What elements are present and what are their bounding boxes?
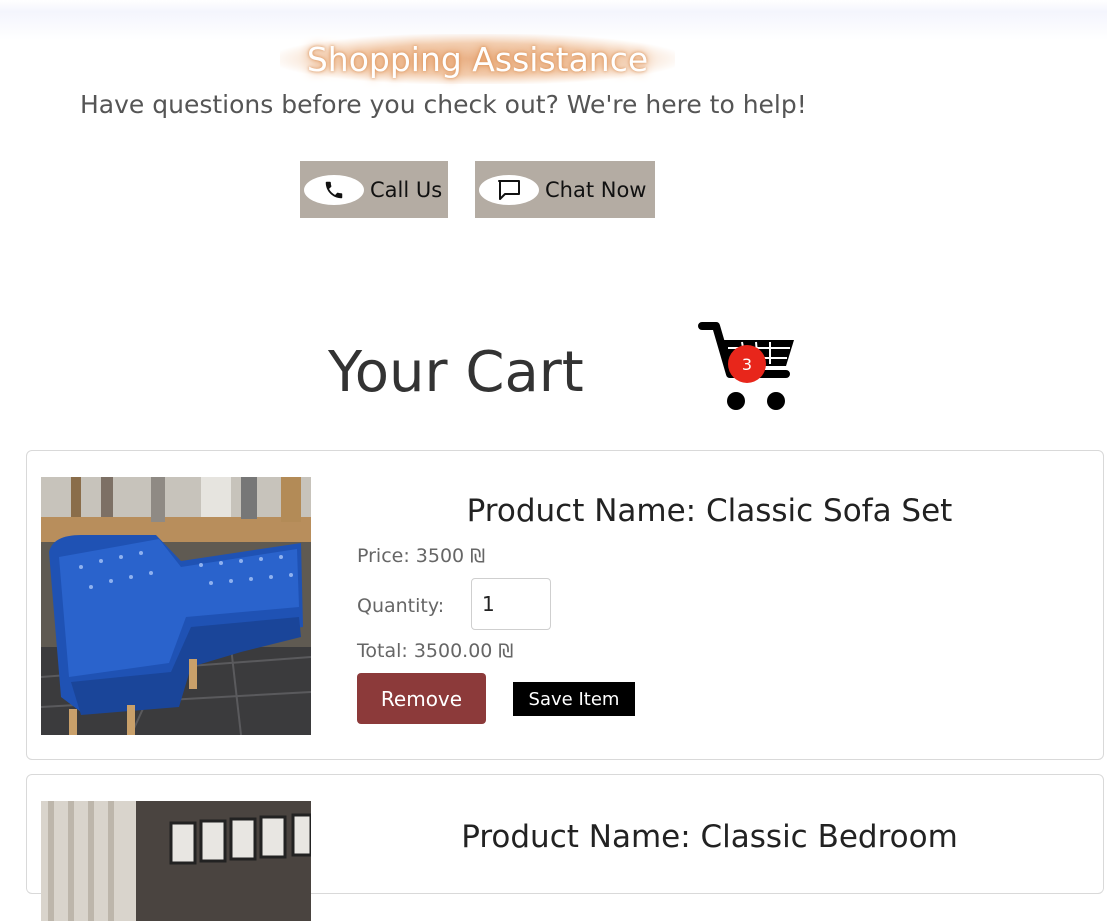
cart-count-badge: 3 bbox=[728, 345, 766, 383]
call-us-label: Call Us bbox=[370, 177, 443, 202]
product-name: Product Name: Classic Bedroom bbox=[461, 819, 958, 855]
product-total: Total: 3500.00 ₪ bbox=[357, 640, 514, 662]
product-image-bedroom bbox=[41, 801, 311, 921]
chat-now-button[interactable]: Chat Now bbox=[475, 161, 655, 218]
phone-icon bbox=[304, 174, 364, 205]
chat-now-label: Chat Now bbox=[545, 177, 647, 202]
remove-button[interactable]: Remove bbox=[357, 673, 486, 724]
cart-title: Your Cart bbox=[328, 340, 584, 405]
product-image-sofa bbox=[41, 477, 311, 735]
assistance-title: Shopping Assistance bbox=[280, 34, 675, 84]
quantity-label: Quantity: bbox=[357, 595, 445, 617]
product-name: Product Name: Classic Sofa Set bbox=[466, 493, 953, 529]
product-price: Price: 3500 ₪ bbox=[357, 545, 486, 567]
chat-bubble-icon bbox=[479, 174, 539, 205]
assistance-subtitle: Have questions before you check out? We'… bbox=[80, 90, 807, 119]
call-us-button[interactable]: Call Us bbox=[300, 161, 448, 218]
cart-item: Product Name: Classic Bedroom bbox=[26, 774, 1104, 921]
cart-item: Product Name: Classic Sofa Set Price: 35… bbox=[26, 450, 1104, 760]
quantity-input[interactable] bbox=[471, 578, 551, 630]
save-item-button[interactable]: Save Item bbox=[513, 682, 635, 716]
